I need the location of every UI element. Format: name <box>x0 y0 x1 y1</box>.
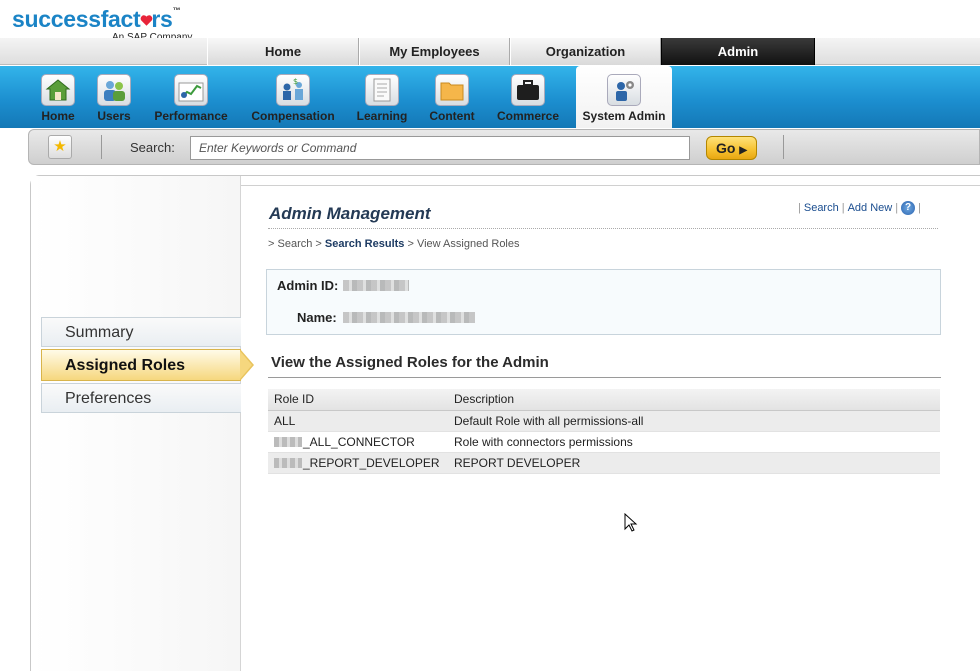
breadcrumb-search[interactable]: Search <box>278 238 313 250</box>
module-commerce-label: Commerce <box>496 109 560 123</box>
column-header-description[interactable]: Description <box>448 389 940 411</box>
module-performance[interactable]: Performance <box>150 66 232 128</box>
admin-id-label: Admin ID: <box>277 278 339 293</box>
svg-text:$: $ <box>293 77 298 86</box>
brand-name-suffix: rs <box>151 6 173 32</box>
redacted-prefix <box>274 437 302 448</box>
module-users-label: Users <box>97 109 131 123</box>
go-button-label: Go <box>715 140 736 156</box>
users-icon <box>97 74 131 106</box>
module-system-admin-label: System Admin <box>582 109 666 123</box>
search-input[interactable] <box>190 136 690 160</box>
module-content-label: Content <box>429 109 475 123</box>
add-new-link[interactable]: Add New <box>848 202 893 214</box>
module-home-label: Home <box>41 109 75 123</box>
document-icon <box>365 74 399 106</box>
module-learning-label: Learning <box>356 109 408 123</box>
left-nav-panel <box>31 176 241 671</box>
module-performance-label: Performance <box>154 109 228 123</box>
house-icon <box>41 74 75 106</box>
favorites-star-icon[interactable]: ★ <box>48 135 72 159</box>
trademark: ™ <box>172 6 181 15</box>
system-admin-icon <box>607 74 641 106</box>
sidebar-item-label: Summary <box>65 324 134 341</box>
tab-admin[interactable]: Admin <box>661 38 815 65</box>
module-compensation[interactable]: $ Compensation <box>248 66 338 128</box>
search-link[interactable]: Search <box>804 202 839 214</box>
module-home[interactable]: Home <box>36 66 80 128</box>
breadcrumb-view-assigned-roles: View Assigned Roles <box>416 238 520 250</box>
tab-admin-label: Admin <box>717 44 759 59</box>
module-system-admin[interactable]: System Admin <box>576 66 672 128</box>
play-arrow-icon: ▶ <box>739 145 748 156</box>
main-top-border <box>241 185 980 186</box>
tab-my-employees-label: My Employees <box>389 44 480 59</box>
admin-id-value-redacted <box>343 280 409 291</box>
help-icon[interactable]: ? <box>901 201 916 215</box>
module-learning[interactable]: Learning <box>354 66 410 128</box>
brand-name-prefix: successfact <box>12 6 141 32</box>
section-divider <box>268 377 941 378</box>
table-row[interactable]: _REPORT_DEVELOPER REPORT DEVELOPER <box>268 452 940 474</box>
go-button[interactable]: Go ▶ <box>706 136 757 160</box>
role-id-cell: ALL <box>268 410 448 432</box>
performance-chart-icon <box>174 74 208 106</box>
module-compensation-label: Compensation <box>251 109 335 123</box>
compensation-icon: $ <box>276 74 310 106</box>
page: successfactrs™ An SAP Company Home My Em… <box>0 0 980 671</box>
sidebar-item-summary[interactable]: Summary <box>41 317 241 347</box>
role-id-cell: _REPORT_DEVELOPER <box>268 452 448 474</box>
module-bar <box>0 66 980 128</box>
sidebar-item-label: Preferences <box>65 390 152 407</box>
description-cell: REPORT DEVELOPER <box>448 452 940 474</box>
column-header-role-id[interactable]: Role ID <box>268 389 448 411</box>
sidebar-item-preferences[interactable]: Preferences <box>41 383 241 413</box>
briefcase-icon <box>511 74 545 106</box>
heart-icon <box>140 6 153 26</box>
tab-home-label: Home <box>264 44 302 59</box>
brand-logo[interactable]: successfactrs™ An SAP Company <box>12 6 192 43</box>
description-cell: Default Role with all permissions-all <box>448 410 940 432</box>
search-label: Search: <box>130 140 175 155</box>
module-commerce[interactable]: Commerce <box>494 66 562 128</box>
admin-info-box <box>266 269 941 335</box>
separator <box>101 135 102 159</box>
tab-my-employees[interactable]: My Employees <box>359 38 510 65</box>
breadcrumb-search-results[interactable]: Search Results <box>325 238 404 250</box>
sidebar-item-label: Assigned Roles <box>65 357 186 374</box>
assigned-roles-table: Role ID Description ALL Default Role wit… <box>268 389 940 474</box>
page-title: Admin Management <box>269 204 431 223</box>
tab-organization[interactable]: Organization <box>510 38 661 65</box>
table-row[interactable]: ALL Default Role with all permissions-al… <box>268 410 940 432</box>
tab-organization-label: Organization <box>545 44 626 59</box>
admin-name-label: Name: <box>297 310 337 325</box>
role-id-cell: _ALL_CONNECTOR <box>268 431 448 453</box>
separator <box>783 135 784 159</box>
page-action-links: | Search | Add New |? | <box>798 201 921 215</box>
description-cell: Role with connectors permissions <box>448 431 940 453</box>
section-title: View the Assigned Roles for the Admin <box>271 354 549 371</box>
title-divider <box>268 228 938 229</box>
table-header-row: Role ID Description <box>268 389 940 411</box>
admin-name-value-redacted <box>343 312 475 323</box>
redacted-prefix <box>274 458 302 469</box>
active-pointer-arrow-fill <box>240 351 252 379</box>
folder-icon <box>435 74 469 106</box>
module-users[interactable]: Users <box>92 66 136 128</box>
breadcrumb: > Search > Search Results > View Assigne… <box>268 238 520 250</box>
tab-home[interactable]: Home <box>207 38 359 65</box>
table-row[interactable]: _ALL_CONNECTOR Role with connectors perm… <box>268 431 940 453</box>
module-content[interactable]: Content <box>426 66 478 128</box>
sidebar-item-assigned-roles[interactable]: Assigned Roles <box>41 349 241 381</box>
